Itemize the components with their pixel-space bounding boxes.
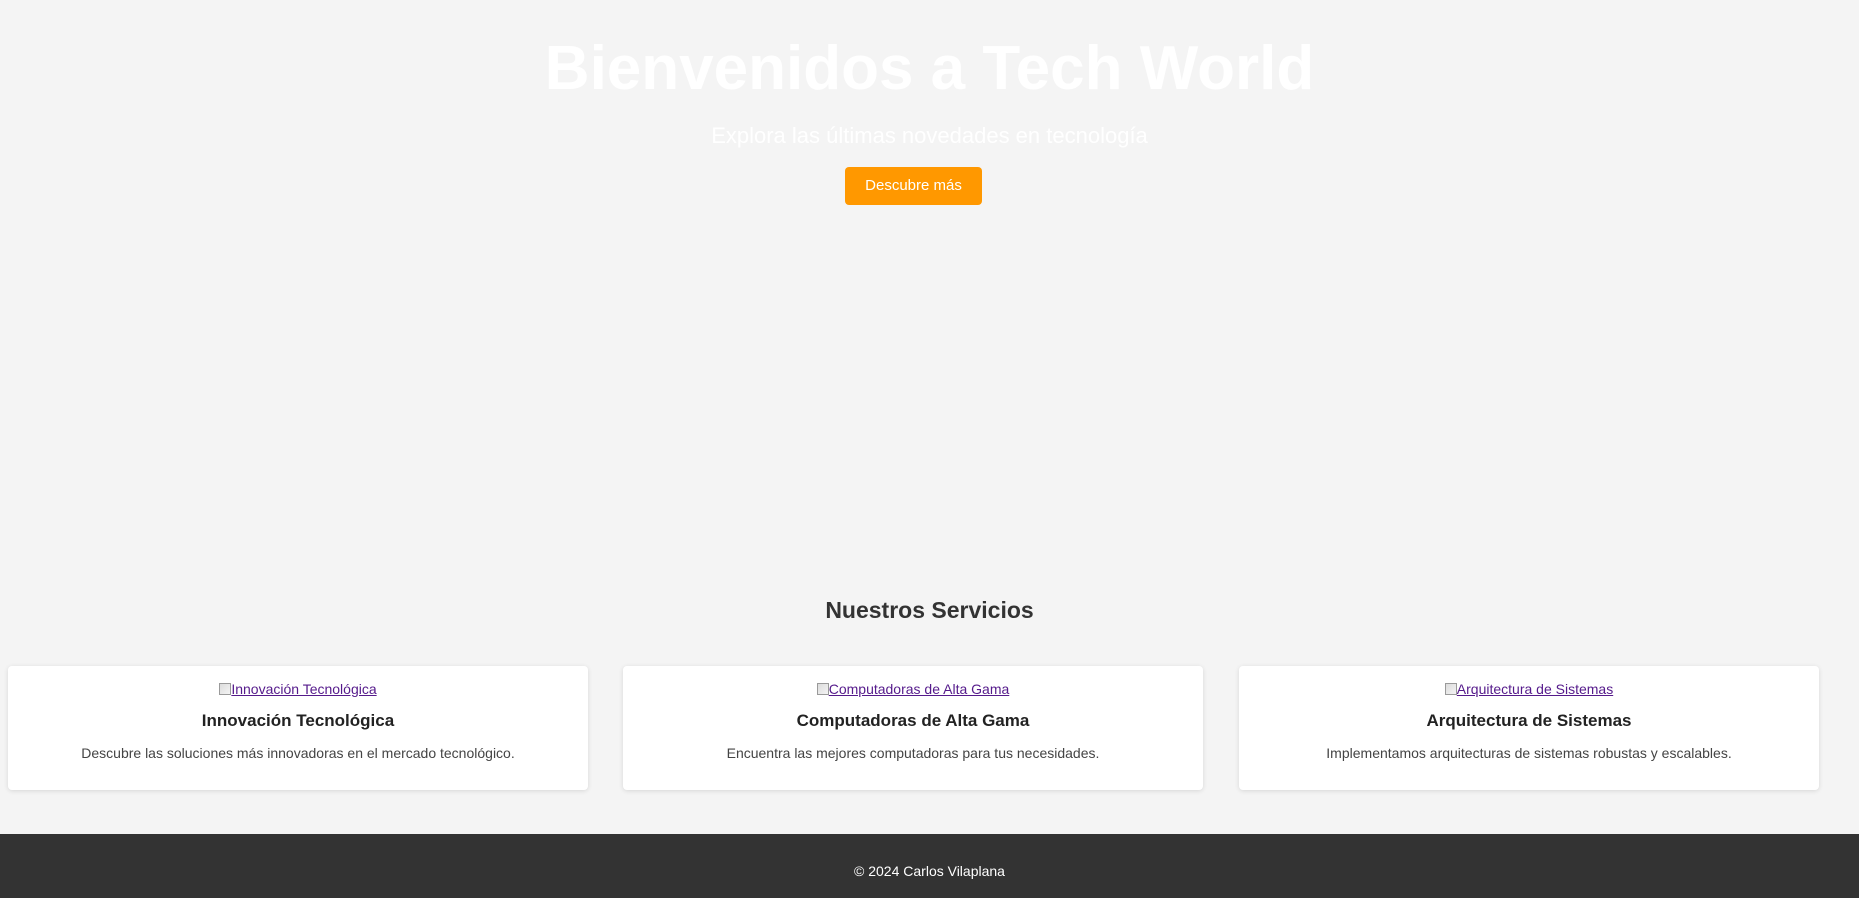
hero-subtitle: Explora las últimas novedades en tecnolo… — [711, 123, 1148, 148]
broken-image-icon — [816, 683, 829, 695]
hero-title: Bienvenidos a Tech World — [544, 34, 1315, 103]
service-card-description: Implementamos arquitecturas de sistemas … — [1326, 745, 1732, 761]
service-card-title: Computadoras de Alta Gama — [796, 711, 1030, 730]
broken-image-icon — [219, 683, 232, 695]
service-card-title: Arquitectura de Sistemas — [1426, 711, 1632, 730]
service-image-placeholder: Computadoras de Alta Gama — [623, 680, 1203, 698]
service-image-link[interactable]: Arquitectura de Sistemas — [1457, 681, 1613, 697]
page-footer: © 2024 Carlos Vilaplana — [0, 834, 1859, 898]
services-title: Nuestros Servicios — [825, 597, 1034, 623]
service-image-link[interactable]: Computadoras de Alta Gama — [829, 681, 1010, 697]
service-card-computers: Computadoras de Alta Gama Computadoras d… — [623, 666, 1203, 790]
broken-image-icon — [1444, 683, 1457, 695]
service-image-placeholder: Innovación Tecnológica — [8, 680, 588, 698]
copyright-text: © 2024 Carlos Vilaplana — [854, 863, 1005, 879]
service-card-description: Encuentra las mejores computadoras para … — [726, 745, 1100, 761]
service-image-placeholder: Arquitectura de Sistemas — [1239, 680, 1819, 698]
service-image-link[interactable]: Innovación Tecnológica — [231, 681, 376, 697]
hero-section: Bienvenidos a Tech World Explora las últ… — [0, 0, 1859, 560]
service-card-description: Descubre las soluciones más innovadoras … — [81, 745, 515, 761]
service-card-title: Innovación Tecnológica — [201, 711, 395, 730]
service-card-innovation: Innovación Tecnológica Innovación Tecnol… — [8, 666, 588, 790]
discover-more-button[interactable]: Descubre más — [845, 167, 982, 205]
service-card-architecture: Arquitectura de Sistemas Arquitectura de… — [1239, 666, 1819, 790]
